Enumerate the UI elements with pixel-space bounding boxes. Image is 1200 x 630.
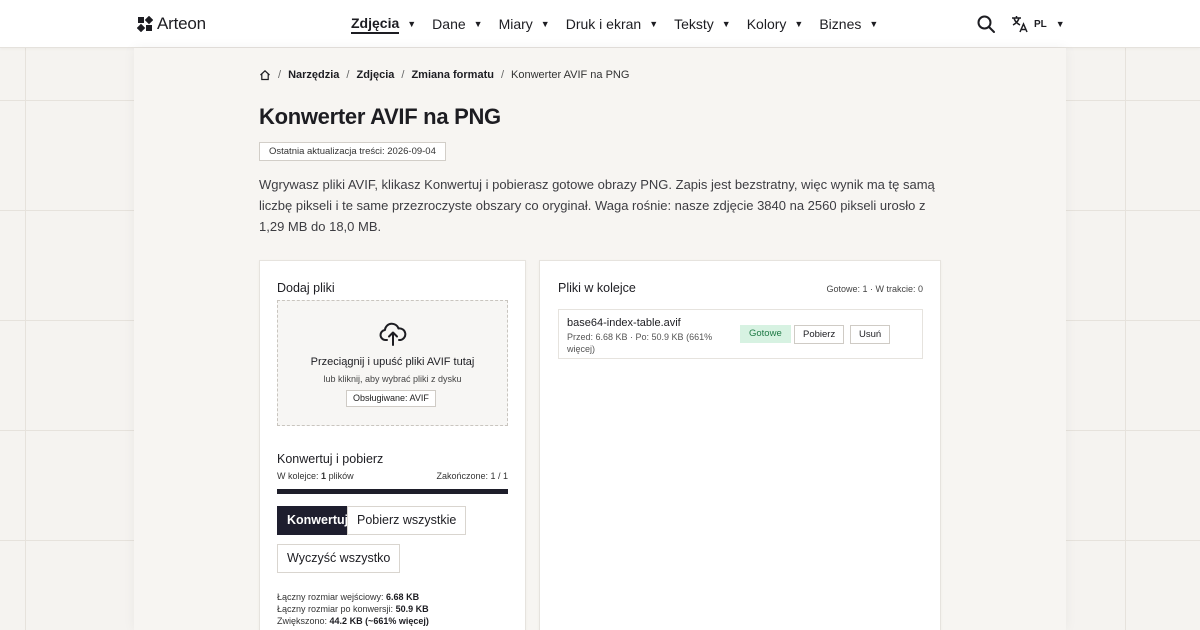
size-summary: Łączny rozmiar wejściowy: 6.68 KB Łączny… — [277, 591, 429, 627]
queue-card: Pliki w kolejce Gotowe: 1 · W trakcie: 0… — [539, 260, 941, 630]
main-content: / Narzędzia / Zdjęcia / Zmiana formatu /… — [134, 48, 1066, 630]
logo[interactable]: Arteon — [137, 14, 206, 34]
nav-item-teksty[interactable]: Teksty ▼ — [674, 13, 731, 35]
breadcrumb-separator: / — [500, 69, 505, 81]
upload-heading: Dodaj pliki — [277, 281, 335, 295]
main-nav: Zdjęcia ▼ Dane ▼ Miary ▼ Druk i ekran ▼ … — [351, 0, 894, 48]
breadcrumb-separator: / — [278, 69, 282, 81]
queue-count-value: 1 — [321, 471, 327, 481]
queue-file-item: base64-index-table.avif Przed: 6.68 KB ·… — [558, 309, 923, 359]
convert-button[interactable]: Konwertuj — [277, 506, 359, 535]
nav-label: Biznes — [819, 16, 862, 32]
nav-item-druk-i-ekran[interactable]: Druk i ekran ▼ — [566, 13, 658, 35]
chevron-down-icon: ▼ — [407, 19, 417, 29]
file-size-info: Przed: 6.68 KB · Po: 50.9 KB (661% więce… — [567, 332, 713, 354]
nav-item-dane[interactable]: Dane ▼ — [432, 13, 482, 35]
intro-text: Wgrywasz pliki AVIF, klikasz Konwertuj i… — [259, 177, 935, 234]
clear-all-button[interactable]: Wyczyść wszystko — [277, 544, 401, 573]
language-selector[interactable]: PL ▼ — [1011, 14, 1065, 34]
summary-increase-value: 44.2 KB (~661% więcej) — [329, 616, 429, 626]
breadcrumb-separator: / — [346, 69, 350, 81]
remove-file-button[interactable]: Usuń — [850, 325, 891, 344]
dropzone-subtitle: lub kliknij, aby wybrać pliki z dysku — [323, 374, 462, 384]
top-navigation-bar: Arteon Zdjęcia ▼ Dane ▼ Miary ▼ Druk i e… — [0, 0, 1200, 48]
nav-label: Kolory — [746, 16, 787, 32]
logo-text: Arteon — [157, 14, 206, 33]
summary-output-size: Łączny rozmiar po konwersji: 50.9 KB — [277, 603, 429, 615]
queue-heading: Pliki w kolejce — [558, 281, 636, 295]
chevron-down-icon: ▼ — [794, 19, 804, 29]
home-icon[interactable] — [259, 69, 271, 81]
status-badge: Gotowe — [740, 325, 791, 343]
download-all-button[interactable]: Pobierz wszystkie — [347, 506, 467, 535]
nav-label: Dane — [432, 16, 466, 32]
chevron-down-icon: ▼ — [540, 19, 550, 29]
translate-icon — [1012, 16, 1028, 33]
cloud-upload-icon — [379, 322, 407, 346]
breadcrumb-current: Konwerter AVIF na PNG — [511, 69, 630, 81]
chevron-down-icon: ▼ — [1055, 19, 1065, 29]
chevron-down-icon: ▼ — [869, 19, 879, 29]
nav-label: Miary — [498, 16, 533, 32]
breadcrumb-separator: / — [401, 69, 405, 81]
last-updated-badge: Ostatnia aktualizacja treści: 2026-09-04 — [259, 142, 446, 161]
nav-label: Zdjęcia — [351, 15, 400, 34]
dropzone-title: Przeciągnij i upuść pliki AVIF tutaj — [310, 356, 475, 368]
conversion-progress-bar — [277, 489, 508, 494]
file-name: base64-index-table.avif — [567, 317, 681, 329]
nav-item-zdjecia[interactable]: Zdjęcia ▼ — [351, 13, 416, 35]
search-icon[interactable] — [976, 14, 996, 34]
conversion-stats: W kolejce: 1 plików Zakończone: 1 / 1 — [277, 471, 508, 481]
breadcrumb-zdjecia[interactable]: Zdjęcia — [356, 69, 394, 81]
download-file-button[interactable]: Pobierz — [794, 325, 845, 344]
nav-item-biznes[interactable]: Biznes ▼ — [819, 13, 878, 35]
file-dropzone[interactable]: Przeciągnij i upuść pliki AVIF tutaj lub… — [277, 300, 508, 426]
nav-item-kolory[interactable]: Kolory ▼ — [747, 13, 804, 35]
completed-count: Zakończone: 1 / 1 — [436, 471, 508, 481]
summary-increase-label: Zwiększono: — [277, 616, 328, 626]
supported-formats-badge: Obsługiwane: AVIF — [346, 390, 436, 407]
nav-label: Druk i ekran — [565, 16, 642, 32]
upload-card: Dodaj pliki Przeciągnij i upuść pliki AV… — [259, 260, 526, 630]
summary-input-value: 6.68 KB — [386, 592, 420, 602]
breadcrumb: / Narzędzia / Zdjęcia / Zmiana formatu /… — [259, 68, 629, 82]
queue-count-label: W kolejce: — [277, 471, 319, 481]
summary-input-size: Łączny rozmiar wejściowy: 6.68 KB — [277, 591, 429, 603]
summary-input-label: Łączny rozmiar wejściowy: — [277, 592, 384, 602]
summary-output-label: Łączny rozmiar po konwersji: — [277, 604, 394, 614]
breadcrumb-zmiana-formatu[interactable]: Zmiana formatu — [411, 69, 494, 81]
breadcrumb-narzedzia[interactable]: Narzędzia — [288, 69, 339, 81]
logo-icon — [137, 16, 153, 32]
queue-count-unit: plików — [328, 471, 354, 481]
queue-status-counts: Gotowe: 1 · W trakcie: 0 — [826, 284, 923, 294]
chevron-down-icon: ▼ — [649, 19, 659, 29]
summary-increase: Zwiększono: 44.2 KB (~661% więcej) — [277, 615, 429, 627]
chevron-down-icon: ▼ — [473, 19, 483, 29]
summary-output-value: 50.9 KB — [395, 604, 429, 614]
queue-count: W kolejce: 1 plików — [277, 471, 354, 481]
language-code: PL — [1034, 18, 1047, 30]
nav-label: Teksty — [674, 16, 714, 32]
page-title: Konwerter AVIF na PNG — [259, 104, 501, 129]
progress-fill — [277, 489, 508, 494]
convert-heading: Konwertuj i pobierz — [277, 452, 384, 466]
nav-item-miary[interactable]: Miary ▼ — [499, 13, 550, 35]
chevron-down-icon: ▼ — [721, 19, 731, 29]
